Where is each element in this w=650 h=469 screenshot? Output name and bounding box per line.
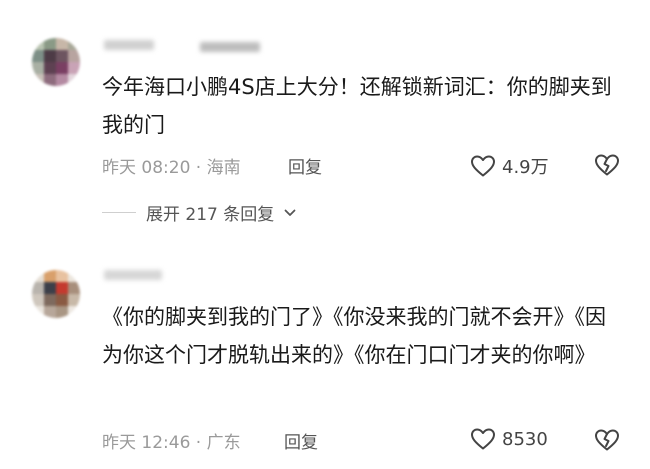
chevron-down-icon bbox=[284, 203, 296, 223]
comment-text: 《你的脚夹到我的门了》《你没来我的门就不会开》《因为你这个门才脱轨出来的》《你在… bbox=[102, 305, 606, 367]
comment-time-location: 昨天 08:20 · 海南 bbox=[102, 158, 241, 178]
username-blurred bbox=[104, 270, 162, 280]
broken-heart-icon bbox=[594, 153, 620, 177]
avatar[interactable] bbox=[32, 38, 80, 86]
expand-replies-button[interactable]: 展开 217 条回复 bbox=[102, 200, 296, 225]
reply-button[interactable]: 回复 bbox=[284, 428, 318, 453]
comment-item: 《你的脚夹到我的门了》《你没来我的门就不会开》《因为你这个门才脱轨出来的》《你在… bbox=[0, 258, 650, 469]
heart-outline-icon bbox=[470, 427, 496, 451]
comment-text: 今年海口小鹏4S店上大分！还解锁新词汇：你的脚夹到我的门 bbox=[102, 75, 612, 137]
username-blurred bbox=[104, 40, 154, 50]
reply-button[interactable]: 回复 bbox=[288, 153, 322, 178]
divider-line bbox=[102, 212, 136, 213]
like-count: 4.9万 bbox=[502, 157, 549, 178]
dislike-button[interactable] bbox=[594, 153, 620, 177]
like-button[interactable]: 4.9万 bbox=[470, 153, 549, 179]
comment-item: 今年海口小鹏4S店上大分！还解锁新词汇：你的脚夹到我的门 昨天 08:20 · … bbox=[0, 0, 650, 250]
expand-replies-label: 展开 217 条回复 bbox=[146, 205, 275, 225]
like-count: 8530 bbox=[502, 428, 548, 450]
heart-outline-icon bbox=[470, 154, 496, 178]
like-button[interactable]: 8530 bbox=[470, 427, 548, 451]
badge-blurred bbox=[200, 42, 260, 52]
dislike-button[interactable] bbox=[594, 428, 620, 452]
broken-heart-icon bbox=[594, 428, 620, 452]
comment-time-location: 昨天 12:46 · 广东 bbox=[102, 433, 241, 453]
avatar[interactable] bbox=[32, 270, 80, 318]
